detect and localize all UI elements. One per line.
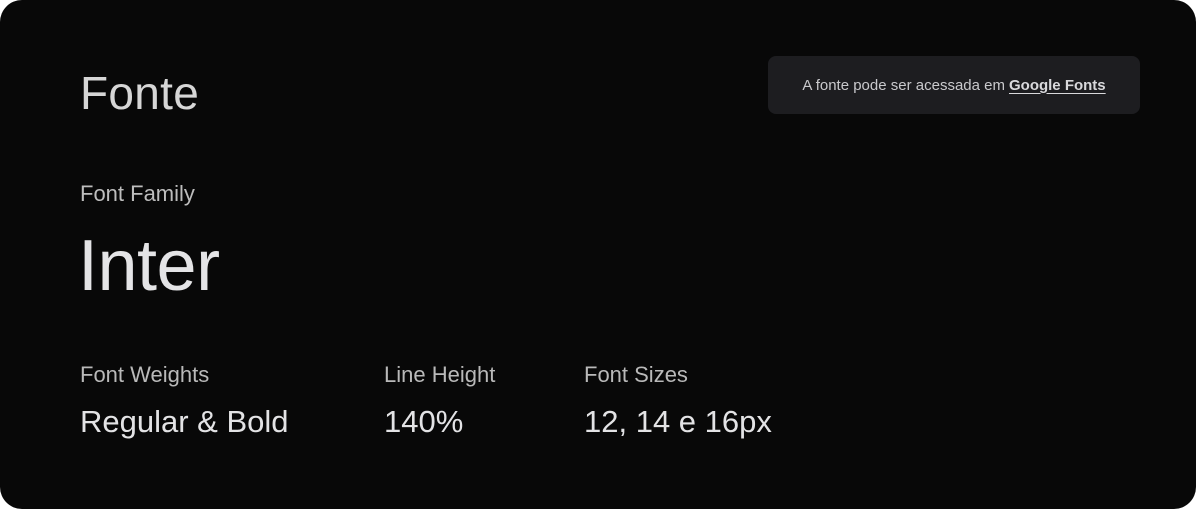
font-weights-stat: Font Weights Regular & Bold [80, 362, 289, 439]
font-family-label: Font Family [80, 181, 195, 206]
font-source-notice: A fonte pode ser acessada em Google Font… [768, 56, 1140, 114]
font-sizes-stat: Font Sizes 12, 14 e 16px [584, 362, 772, 439]
line-height-value: 140% [384, 404, 464, 439]
line-height-stat: Line Height 140% [384, 362, 496, 439]
font-weights-label: Font Weights [80, 362, 210, 387]
section-title: Fonte [80, 67, 200, 119]
notice-text: A fonte pode ser acessada em [802, 76, 1005, 94]
line-height-label: Line Height [384, 362, 496, 387]
google-fonts-link[interactable]: Google Fonts [1009, 77, 1106, 94]
font-info-card: Fonte A fonte pode ser acessada em Googl… [0, 0, 1196, 509]
font-family-value: Inter [78, 226, 220, 306]
font-weights-value: Regular & Bold [80, 404, 289, 439]
font-sizes-value: 12, 14 e 16px [584, 404, 772, 439]
font-sizes-label: Font Sizes [584, 362, 688, 387]
